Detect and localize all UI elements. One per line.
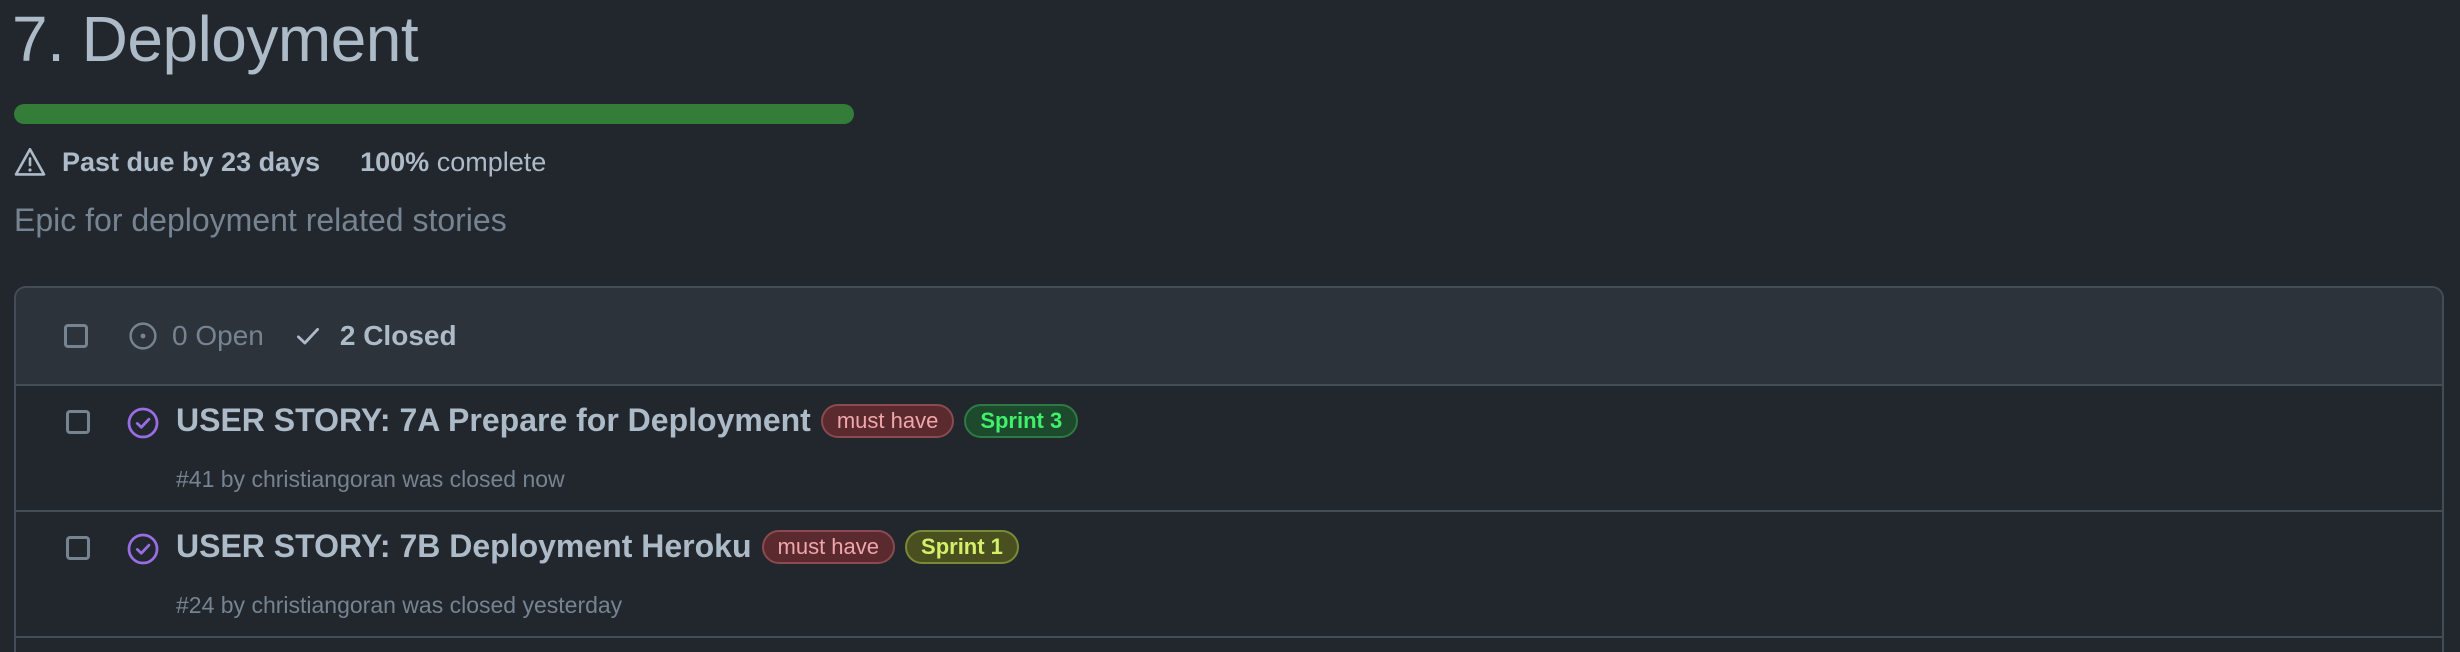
issue-open-icon — [129, 322, 157, 350]
progress-bar — [14, 104, 854, 124]
issue-meta: #41 by christiangoran was closed now — [176, 466, 565, 492]
issue-title[interactable]: USER STORY: 7A Prepare for Deployment — [176, 402, 811, 439]
issue-row[interactable]: USER STORY: 7B Deployment Heroku must ha… — [16, 512, 2442, 638]
open-count: 0 Open — [172, 320, 264, 351]
label-must-have[interactable]: must have — [761, 529, 896, 564]
issue-title-line: USER STORY: 7B Deployment Heroku must ha… — [176, 528, 1019, 565]
milestone-meta: Past due by 23 days 100% complete — [14, 144, 546, 180]
page-title: 7. Deployment — [12, 3, 419, 75]
issue-checkbox[interactable] — [66, 536, 90, 560]
progress-bar-fill — [14, 104, 854, 124]
open-issues-filter[interactable]: 0 Open — [128, 320, 264, 352]
issue-checkbox[interactable] — [66, 410, 90, 434]
completion-status: 100% complete — [360, 147, 546, 178]
issue-list: 0 Open 2 Closed USER STORY: 7A Prepare f… — [14, 286, 2444, 652]
issue-closed-icon — [127, 407, 159, 439]
check-icon — [296, 327, 319, 345]
issue-title[interactable]: USER STORY: 7B Deployment Heroku — [176, 528, 752, 565]
closed-issues-filter[interactable]: 2 Closed — [294, 320, 457, 352]
issue-closed-icon — [127, 533, 159, 565]
completion-suffix: complete — [429, 146, 547, 177]
milestone-description: Epic for deployment related stories — [14, 202, 507, 238]
issue-list-header: 0 Open 2 Closed — [16, 288, 2442, 386]
milestone-page: 7. Deployment Past due by 23 days 100% c… — [0, 0, 2460, 652]
alert-triangle-icon — [14, 146, 46, 178]
issue-title-line: USER STORY: 7A Prepare for Deployment mu… — [176, 402, 1079, 439]
select-all-checkbox[interactable] — [64, 324, 88, 348]
issue-meta: #24 by christiangoran was closed yesterd… — [176, 592, 623, 618]
issue-row[interactable]: USER STORY: 7A Prepare for Deployment mu… — [16, 386, 2442, 512]
label-sprint-3[interactable]: Sprint 3 — [964, 403, 1079, 438]
closed-count: 2 Closed — [339, 320, 457, 351]
label-sprint-1[interactable]: Sprint 1 — [905, 529, 1019, 564]
due-status: Past due by 23 days — [62, 146, 321, 177]
completion-percent: 100% — [360, 146, 430, 177]
label-must-have[interactable]: must have — [820, 403, 955, 438]
